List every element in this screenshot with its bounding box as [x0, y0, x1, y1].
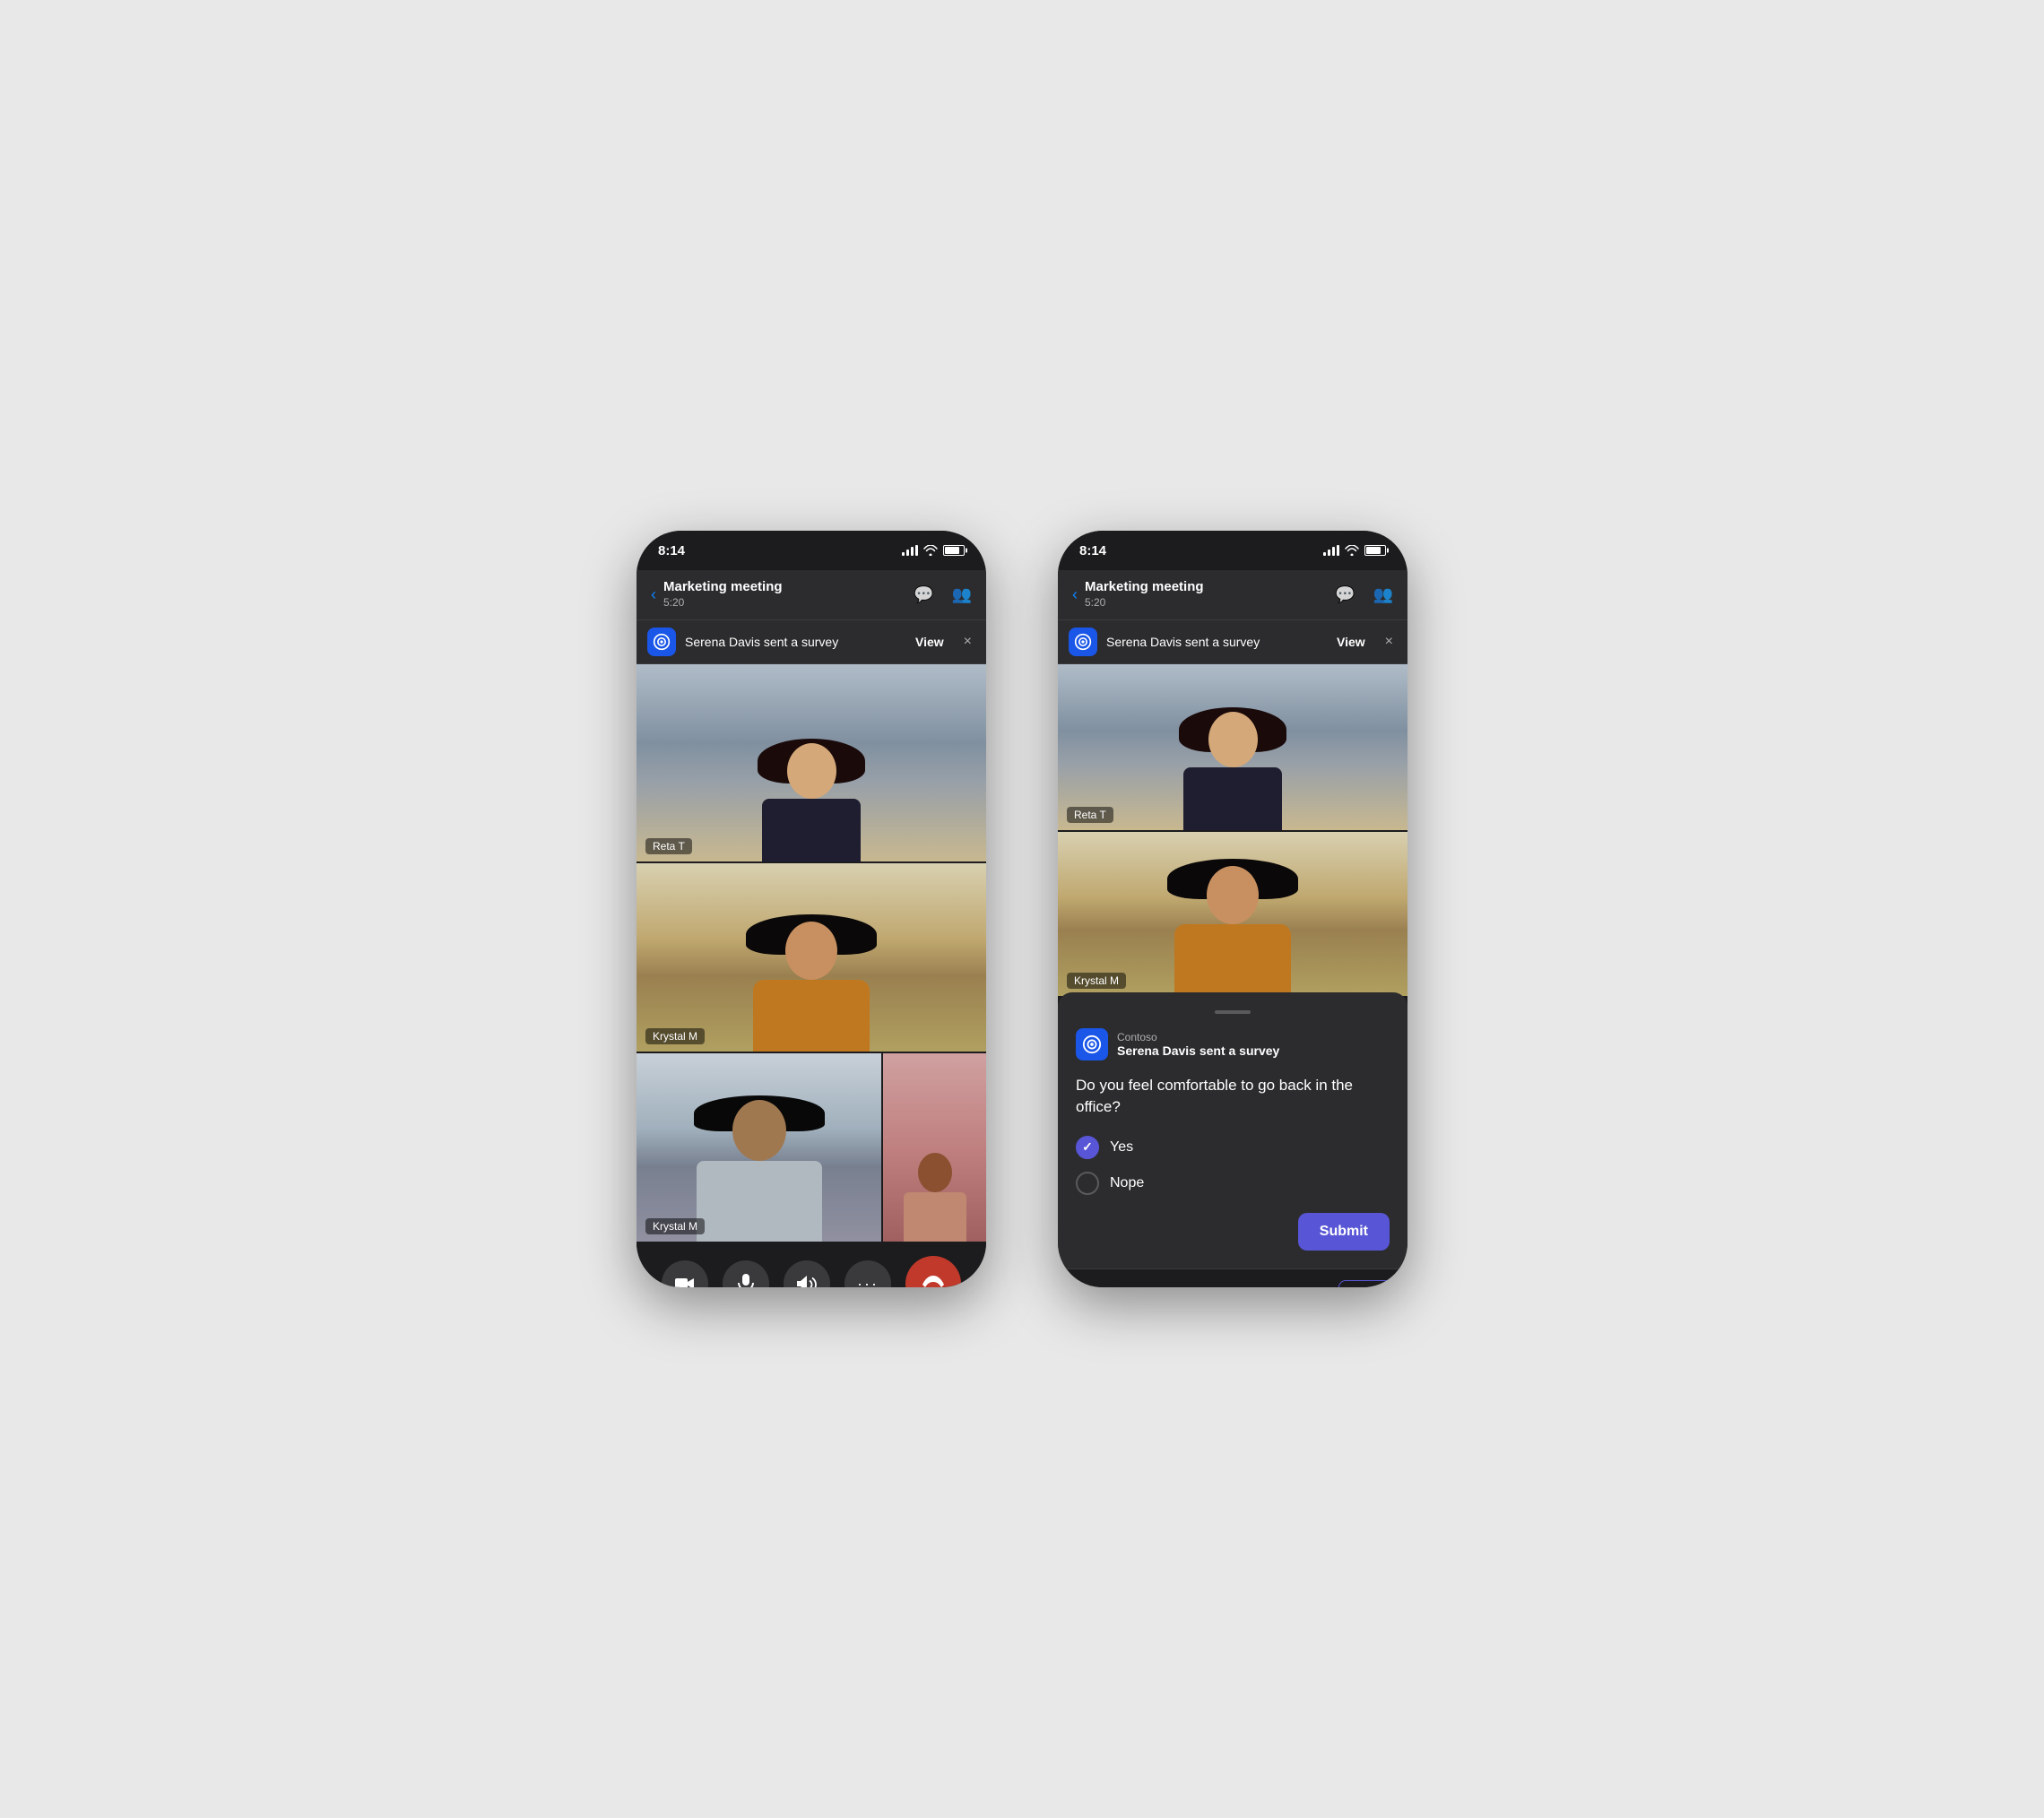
meeting-title-left: Marketing meeting [663, 579, 783, 594]
participants-icon-left[interactable]: 👥 [952, 585, 972, 604]
status-bar-left: 8:14 [637, 531, 986, 570]
survey-org-name: Contoso [1117, 1031, 1279, 1043]
status-bar-right: 8:14 [1058, 531, 1407, 570]
skip-button[interactable]: Skip [1338, 1280, 1393, 1287]
survey-option-nope[interactable]: Nope [1076, 1172, 1390, 1195]
survey-banner-left: Serena Davis sent a survey View × [637, 620, 986, 664]
time-left: 8:14 [658, 543, 685, 558]
back-button-right[interactable]: ‹ [1072, 585, 1078, 604]
survey-question: Do you feel comfortable to go back in th… [1076, 1075, 1390, 1118]
submit-button[interactable]: Submit [1298, 1213, 1390, 1251]
time-right: 8:14 [1079, 543, 1106, 558]
status-icons-left [902, 545, 965, 556]
survey-footer: 1 of 4 Skip [1058, 1268, 1407, 1287]
survey-close-button-left[interactable]: × [960, 630, 975, 654]
option-yes-label: Yes [1110, 1139, 1133, 1156]
status-icons-right [1323, 545, 1386, 556]
phone-left: 8:14 ‹ [637, 531, 986, 1287]
call-header-right: ‹ Marketing meeting 5:20 💬 👥 [1058, 570, 1407, 620]
call-header-left: ‹ Marketing meeting 5:20 💬 👥 [637, 570, 986, 620]
call-controls-left: ··· [637, 1242, 986, 1287]
self-view [881, 1053, 986, 1242]
participant-label-reta-right: Reta T [1067, 807, 1113, 823]
video-cell-reta-right: Reta T [1058, 664, 1407, 830]
survey-view-button-right[interactable]: View [1329, 631, 1373, 653]
video-cell-reta: Reta T [637, 664, 986, 861]
wifi-icon-right [1345, 545, 1359, 556]
survey-view-button-left[interactable]: View [908, 631, 951, 653]
phone-right: 8:14 ‹ [1058, 531, 1407, 1287]
survey-option-yes[interactable]: Yes [1076, 1136, 1390, 1159]
meeting-title-right: Marketing meeting [1085, 579, 1204, 594]
drag-handle[interactable] [1215, 1010, 1251, 1014]
survey-contoso-icon [1076, 1028, 1108, 1060]
battery-icon-left [943, 545, 965, 556]
survey-panel: Contoso Serena Davis sent a survey Do yo… [1058, 992, 1407, 1268]
video-cell-krystal: Krystal M [637, 863, 986, 1052]
participants-icon-right[interactable]: 👥 [1373, 585, 1393, 604]
wifi-icon-left [923, 545, 938, 556]
survey-options: Yes Nope [1076, 1136, 1390, 1195]
call-duration-left: 5:20 [663, 596, 684, 609]
video-grid-left: Reta T Krystal M [637, 664, 986, 1242]
video-button[interactable] [662, 1260, 708, 1287]
participant-label-krystal2: Krystal M [645, 1218, 705, 1234]
survey-banner-right: Serena Davis sent a survey View × [1058, 620, 1407, 664]
end-call-button[interactable] [905, 1256, 961, 1287]
survey-app-icon-left [647, 628, 676, 656]
participant-label-reta: Reta T [645, 838, 692, 854]
chat-icon-left[interactable]: 💬 [914, 585, 933, 604]
survey-text-left: Serena Davis sent a survey [685, 635, 899, 649]
mic-button[interactable] [723, 1260, 769, 1287]
more-button[interactable]: ··· [844, 1260, 891, 1287]
survey-close-button-right[interactable]: × [1381, 630, 1397, 654]
video-bottom-row: Krystal M [637, 1053, 986, 1242]
radio-yes[interactable] [1076, 1136, 1099, 1159]
option-nope-label: Nope [1110, 1175, 1144, 1191]
chat-icon-right[interactable]: 💬 [1335, 585, 1355, 604]
phones-container: 8:14 ‹ [637, 531, 1407, 1287]
video-cell-krystal2: Krystal M [637, 1053, 881, 1242]
speaker-button[interactable] [784, 1260, 830, 1287]
video-area-right: Reta T Krystal M [1058, 664, 1407, 996]
signal-icon-right [1323, 545, 1339, 556]
call-duration-right: 5:20 [1085, 596, 1105, 609]
radio-nope[interactable] [1076, 1172, 1099, 1195]
signal-icon-left [902, 545, 918, 556]
back-button-left[interactable]: ‹ [651, 585, 656, 604]
video-cell-krystal-right: Krystal M [1058, 832, 1407, 996]
battery-icon-right [1364, 545, 1386, 556]
participant-label-krystal: Krystal M [645, 1028, 705, 1044]
survey-sender-name: Serena Davis sent a survey [1117, 1043, 1279, 1058]
participant-label-krystal-right: Krystal M [1067, 973, 1126, 989]
survey-app-icon-right [1069, 628, 1097, 656]
survey-pager: 1 of 4 [1293, 1286, 1324, 1287]
survey-text-right: Serena Davis sent a survey [1106, 635, 1321, 649]
